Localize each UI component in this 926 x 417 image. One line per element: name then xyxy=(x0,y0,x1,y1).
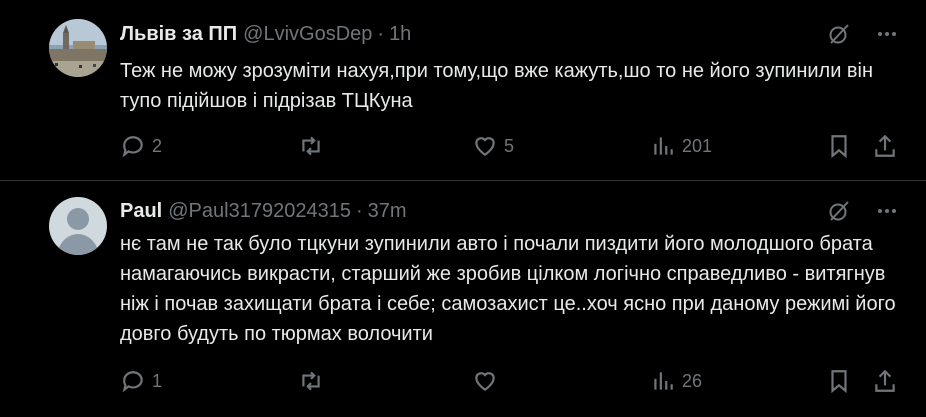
repost-button[interactable] xyxy=(298,131,330,161)
reply-count: 1 xyxy=(152,370,163,391)
views-icon xyxy=(654,137,673,155)
post-header: Львів за ПП @LvivGosDep · 1h xyxy=(120,19,411,49)
repost-icon xyxy=(302,136,320,156)
bookmark-icon xyxy=(831,370,847,394)
post-2[interactable]: Paul @Paul31792024315 · 37m нє там не та… xyxy=(0,182,926,417)
heart-icon xyxy=(475,372,495,391)
reply-count: 2 xyxy=(152,135,163,156)
more-icon[interactable] xyxy=(874,21,900,47)
more-icon[interactable] xyxy=(874,198,900,224)
post-text: Теж не можу зрозуміти нахуя,при тому,що … xyxy=(120,60,874,112)
views-count: 201 xyxy=(682,135,713,156)
reply-icon xyxy=(122,136,143,158)
post-text: нє там не так було тцкуни зупинили авто … xyxy=(120,233,896,345)
bookmark-icon xyxy=(831,135,847,159)
post-header: Paul @Paul31792024315 · 37m xyxy=(120,196,407,226)
share-button[interactable] xyxy=(872,131,898,161)
author-handle[interactable]: @LvivGosDep xyxy=(243,23,372,46)
post-time[interactable]: 37m xyxy=(368,200,407,223)
share-icon xyxy=(875,369,895,392)
views-button[interactable]: 201 xyxy=(650,131,712,161)
author-name[interactable]: Львів за ПП xyxy=(120,23,237,46)
heart-icon xyxy=(475,137,495,156)
reply-icon xyxy=(122,371,143,393)
avatar[interactable] xyxy=(49,197,107,255)
post-1[interactable]: Львів за ПП @LvivGosDep · 1h Теж не можу… xyxy=(0,0,926,181)
like-button[interactable] xyxy=(472,366,504,396)
separator: · xyxy=(355,199,363,222)
share-button[interactable] xyxy=(872,366,898,396)
author-handle[interactable]: @Paul31792024315 xyxy=(168,200,351,223)
author-name[interactable]: Paul xyxy=(120,200,162,223)
bookmark-button[interactable] xyxy=(826,131,852,161)
repost-icon xyxy=(302,371,320,391)
views-button[interactable]: 26 xyxy=(650,366,702,396)
avatar[interactable] xyxy=(49,19,107,77)
like-count: 5 xyxy=(504,135,515,156)
grok-icon[interactable] xyxy=(826,21,852,47)
post-actions: 2 5 201 xyxy=(120,131,900,161)
like-button[interactable]: 5 xyxy=(472,131,514,161)
header-actions xyxy=(826,21,900,47)
grok-icon[interactable] xyxy=(826,198,852,224)
views-icon xyxy=(654,372,673,390)
separator: · xyxy=(377,22,385,45)
reply-button[interactable]: 1 xyxy=(120,366,162,396)
header-actions xyxy=(826,198,900,224)
reply-button[interactable]: 2 xyxy=(120,131,162,161)
share-icon xyxy=(875,134,895,157)
views-count: 26 xyxy=(682,370,703,391)
repost-button[interactable] xyxy=(298,366,330,396)
post-time[interactable]: 1h xyxy=(389,23,411,46)
post-actions: 1 26 xyxy=(120,366,900,396)
bookmark-button[interactable] xyxy=(826,366,852,396)
